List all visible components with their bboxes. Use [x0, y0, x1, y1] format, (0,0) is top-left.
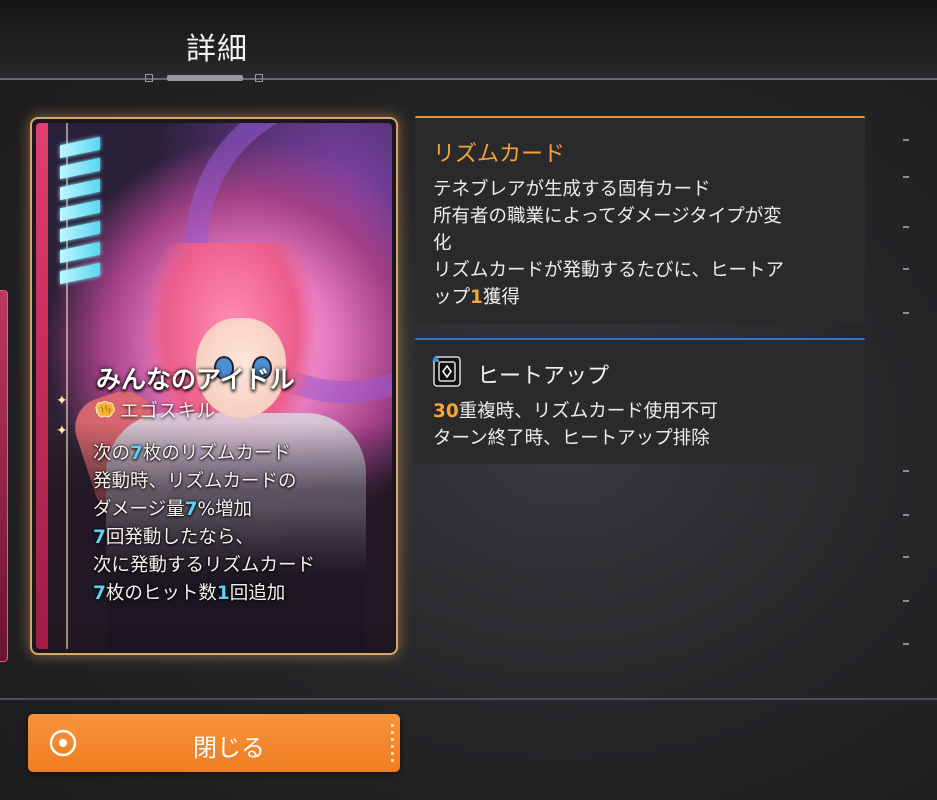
scroll-rail-mark	[903, 268, 909, 270]
card-description-line: 発動時、リズムカードの	[93, 471, 297, 492]
sparkle-icon: ✦	[56, 393, 68, 409]
scroll-rail-mark	[903, 514, 909, 516]
cost-bar	[60, 199, 100, 222]
card-name: みんなのアイドル	[96, 365, 295, 394]
title-divider	[0, 78, 937, 80]
scroll-rail-mark	[903, 600, 909, 602]
cost-bar	[60, 262, 100, 285]
card-cost-bars	[60, 136, 100, 288]
scroll-rail-mark	[903, 312, 909, 314]
scroll-rail-mark	[903, 139, 909, 141]
top-bar	[0, 0, 937, 80]
footer-divider	[0, 698, 937, 700]
scroll-rail-mark	[903, 643, 909, 645]
page-title: 詳細	[186, 32, 248, 67]
skill-type-label: エゴスキル	[120, 400, 216, 422]
rhythm-card-panel: リズムカード テネブレアが生成する固有カード所有者の職業によってダメージタイプが…	[415, 116, 865, 324]
heat-up-line: 30重複時、リズムカード使用不可	[433, 401, 718, 422]
heat-up-panel: ヒートアップ 30重複時、リズムカード使用不可 ターン終了時、ヒートアップ排除	[415, 338, 865, 464]
rhythm-card-line: 所有者の職業によってダメージタイプが変	[433, 206, 782, 227]
rhythm-card-line: 化	[433, 233, 452, 254]
scroll-rail-mark	[903, 176, 909, 178]
previous-card-peek[interactable]	[0, 290, 8, 662]
button-edge-dots	[391, 724, 394, 762]
card-description: 次の7枚のリズムカード 発動時、リズムカードの ダメージ量7%増加 7回発動したなら、…	[93, 440, 315, 608]
heat-up-description: 30重複時、リズムカード使用不可 ターン終了時、ヒートアップ排除	[433, 398, 718, 452]
card-description-line: ダメージ量7%増加	[93, 499, 253, 520]
close-button-label: 閉じる	[193, 734, 265, 762]
card-rarity-strip	[36, 123, 48, 649]
heat-up-line: ターン終了時、ヒートアップ排除	[433, 428, 710, 449]
card-description-line: 7枚のヒット数1回追加	[93, 583, 286, 604]
cost-bar	[60, 220, 100, 243]
card-description-line: 7回発動したなら、	[93, 527, 254, 548]
cost-bar	[60, 241, 100, 264]
card-description-line: 次の7枚のリズムカード	[93, 443, 291, 464]
card-skill-type: エゴスキル	[94, 396, 215, 423]
heat-up-title: ヒートアップ	[477, 364, 610, 389]
rhythm-card-line: テネブレアが生成する固有カード	[433, 179, 711, 200]
scroll-rail-mark	[903, 556, 909, 558]
title-ornament	[145, 72, 265, 84]
sparkle-icon: ✦	[56, 423, 68, 439]
cost-bar	[60, 178, 100, 201]
card-description-line: 次に発動するリズムカード	[93, 555, 316, 576]
rhythm-card-title: リズムカード	[433, 142, 566, 167]
scroll-rail-mark	[903, 226, 909, 228]
close-button[interactable]: 閉じる	[28, 714, 400, 772]
scroll-rail-mark	[903, 470, 909, 472]
rhythm-card-description: テネブレアが生成する固有カード所有者の職業によってダメージタイプが変化リズムカー…	[433, 176, 853, 311]
rhythm-card-line: ップ1獲得	[433, 287, 520, 308]
cost-bar	[60, 157, 100, 180]
card-diamond-icon	[432, 355, 461, 387]
rhythm-card-line: リズムカードが発動するたびに、ヒートア	[433, 260, 784, 281]
brain-icon	[95, 401, 115, 418]
